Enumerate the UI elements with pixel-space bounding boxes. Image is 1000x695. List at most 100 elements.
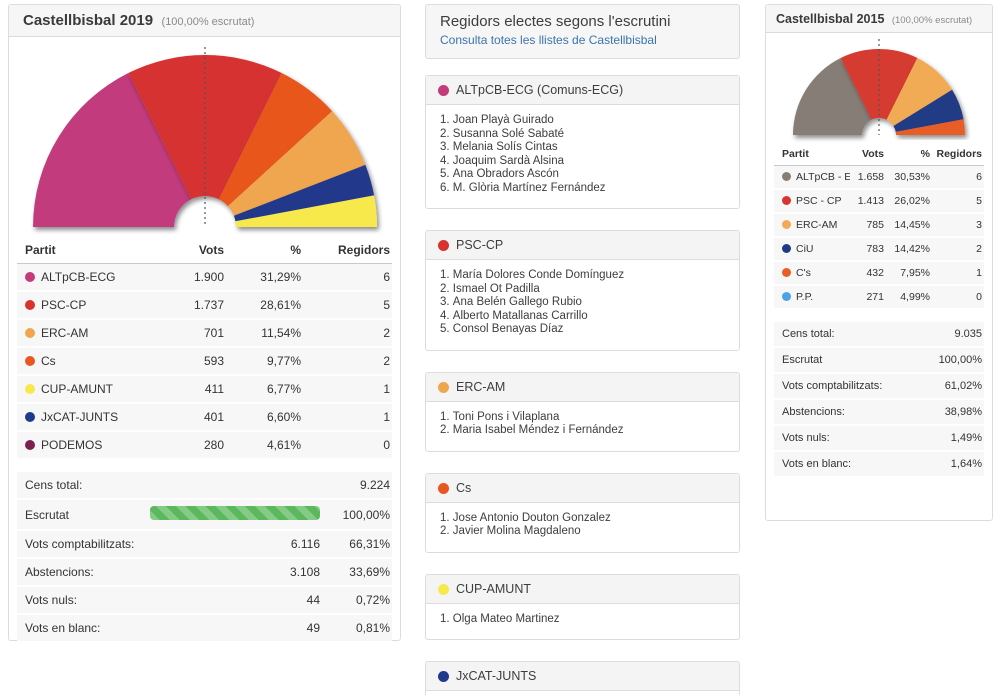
comptabilitzats-pct: 66,31%: [349, 537, 390, 551]
party-color-dot: [25, 412, 35, 422]
party-table-row: C's 432 7,95% 1: [774, 261, 984, 286]
cens-value: 9.035: [954, 328, 982, 340]
party-card-header: Cs: [426, 473, 739, 503]
party-card-header: PSC-CP: [426, 231, 739, 260]
party-seats: 1: [301, 375, 392, 404]
party-votes: 271: [850, 285, 884, 310]
party-card: ALTpCB-ECG (Comuns-ECG) Joan Playà Guira…: [425, 75, 740, 209]
table-header-row: Partit Vots % Regidors: [774, 143, 984, 166]
blanc-pct: 1,64%: [950, 458, 982, 470]
party-color-dot: [782, 172, 791, 181]
party-votes: 783: [850, 237, 884, 262]
summary-row-abstencions: Abstencions: 3.108 33,69%: [17, 559, 392, 587]
party-name: PSC - CP: [796, 195, 842, 207]
party-percent: 28,61%: [224, 291, 301, 320]
party-seats: 0: [930, 285, 984, 310]
party-color-dot: [438, 85, 449, 96]
summary-row-blanc: Vots en blanc: 49 0,81%: [17, 615, 392, 643]
party-color-dot: [782, 292, 791, 301]
party-percent: 6,60%: [224, 403, 301, 432]
party-table-row: ALTpCB - E 1.658 30,53% 6: [774, 165, 984, 190]
blanc-label: Vots en blanc:: [25, 621, 101, 635]
abstencions-label: Abstencions:: [25, 565, 94, 579]
party-table-row: ALTpCB-ECG 1.900 31,29% 6: [17, 263, 392, 292]
nuls-label: Vots nuls:: [25, 593, 78, 607]
comptabilitzats-label: Vots comptabilitzats:: [782, 380, 883, 392]
summary-2019: Cens total: 9.224 Escrutat 100,00% Vots …: [17, 472, 392, 643]
elected-member: Joan Playà Guirado: [440, 114, 727, 128]
party-name: CiU: [796, 243, 814, 255]
party-color-dot: [782, 220, 791, 229]
party-votes: 1.658: [850, 165, 884, 190]
party-seats: 5: [930, 189, 984, 214]
col-vots: Vots: [168, 237, 224, 264]
summary-2015: Cens total: 9.035 Escrutat 100,00% Vots …: [774, 322, 984, 478]
elected-member: Joaquim Sardà Alsina: [440, 155, 727, 169]
party-card-title: CUP-AMUNT: [456, 581, 531, 596]
all-lists-link[interactable]: Consulta totes les llistes de Castellbis…: [440, 33, 657, 47]
party-card: ERC-AM Toni Pons i VilaplanaMaria Isabel…: [425, 371, 740, 452]
cens-label: Cens total:: [25, 478, 83, 492]
party-card: Cs Jose Antonio Douton GonzalezJavier Mo…: [425, 472, 740, 553]
party-votes: 1.413: [850, 189, 884, 214]
party-seats: 0: [301, 431, 392, 460]
nuls-pct: 1,49%: [950, 432, 982, 444]
party-color-dot: [25, 440, 35, 450]
party-table-row: P.P. 271 4,99% 0: [774, 285, 984, 310]
elected-column: Regidors electes segons l'escrutini Cons…: [425, 4, 740, 695]
party-percent: 26,02%: [884, 189, 930, 214]
col-partit: Partit: [774, 143, 850, 166]
party-card: CUP-AMUNT Olga Mateo Martinez: [425, 573, 740, 640]
party-votes: 785: [850, 213, 884, 238]
panel-2019: Castellbisbal 2019 (100,00% escrutat) Pa…: [8, 4, 401, 643]
party-color-dot: [25, 300, 35, 310]
summary-row-comptabilitzats: Vots comptabilitzats: 6.116 66,31%: [17, 531, 392, 559]
panel-2019-title: Castellbisbal 2019: [23, 12, 154, 29]
party-card: PSC-CP María Dolores Conde DomínguezIsma…: [425, 230, 740, 351]
party-name: PSC-CP: [41, 298, 87, 312]
party-table-row: JxCAT-JUNTS 401 6,60% 1: [17, 403, 392, 432]
party-color-dot: [438, 240, 449, 251]
elected-header-card: Regidors electes segons l'escrutini Cons…: [425, 4, 740, 59]
party-table-row: PODEMOS 280 4,61% 0: [17, 431, 392, 460]
summary-row-escrutat: Escrutat 100,00%: [17, 500, 392, 531]
party-name: C's: [796, 267, 811, 279]
party-card-header: JxCAT-JUNTS: [426, 662, 739, 691]
party-seats: 3: [930, 213, 984, 238]
cens-value: 9.224: [359, 478, 390, 492]
party-color-dot: [782, 244, 791, 253]
elected-member: Javier Molina Magdaleno: [440, 525, 727, 539]
party-color-dot: [25, 356, 35, 366]
party-color-dot: [25, 384, 35, 394]
col-partit: Partit: [17, 237, 168, 264]
elected-members-list: María Dolores Conde DomínguezIsmael Ot P…: [426, 269, 739, 337]
escrutat-value: 100,00%: [342, 507, 390, 522]
party-seats: 5: [301, 291, 392, 320]
party-percent: 6,77%: [224, 375, 301, 404]
party-votes: 593: [168, 347, 224, 376]
nuls-pct: 0,72%: [355, 593, 390, 607]
col-pct: %: [884, 143, 930, 166]
party-votes: 280: [168, 431, 224, 460]
col-regidors: Regidors: [301, 237, 392, 264]
party-percent: 14,42%: [884, 237, 930, 262]
escrutat-progress-bar: [150, 506, 320, 520]
party-table-row: Cs 593 9,77% 2: [17, 347, 392, 376]
party-card-title: JxCAT-JUNTS: [456, 669, 537, 683]
party-color-dot: [438, 583, 449, 595]
party-card-title: Cs: [456, 480, 472, 495]
abstencions-label: Abstencions:: [782, 406, 845, 418]
nuls-label: Vots nuls:: [782, 432, 830, 444]
summary-row-comptabilitzats: Vots comptabilitzats: 61,02%: [774, 374, 984, 400]
panel-2019-header: Castellbisbal 2019 (100,00% escrutat): [9, 5, 400, 37]
escrutat-label: Escrutat: [782, 354, 823, 366]
party-percent: 14,45%: [884, 213, 930, 238]
party-votes: 1.900: [168, 263, 224, 292]
party-color-dot: [438, 671, 449, 682]
party-votes: 1.737: [168, 291, 224, 320]
summary-row-cens: Cens total: 9.224: [17, 472, 392, 500]
blanc-value: 49: [306, 621, 320, 635]
party-seats: 6: [301, 263, 392, 292]
party-table-row: ERC-AM 701 11,54% 2: [17, 319, 392, 348]
party-seats: 1: [930, 261, 984, 286]
